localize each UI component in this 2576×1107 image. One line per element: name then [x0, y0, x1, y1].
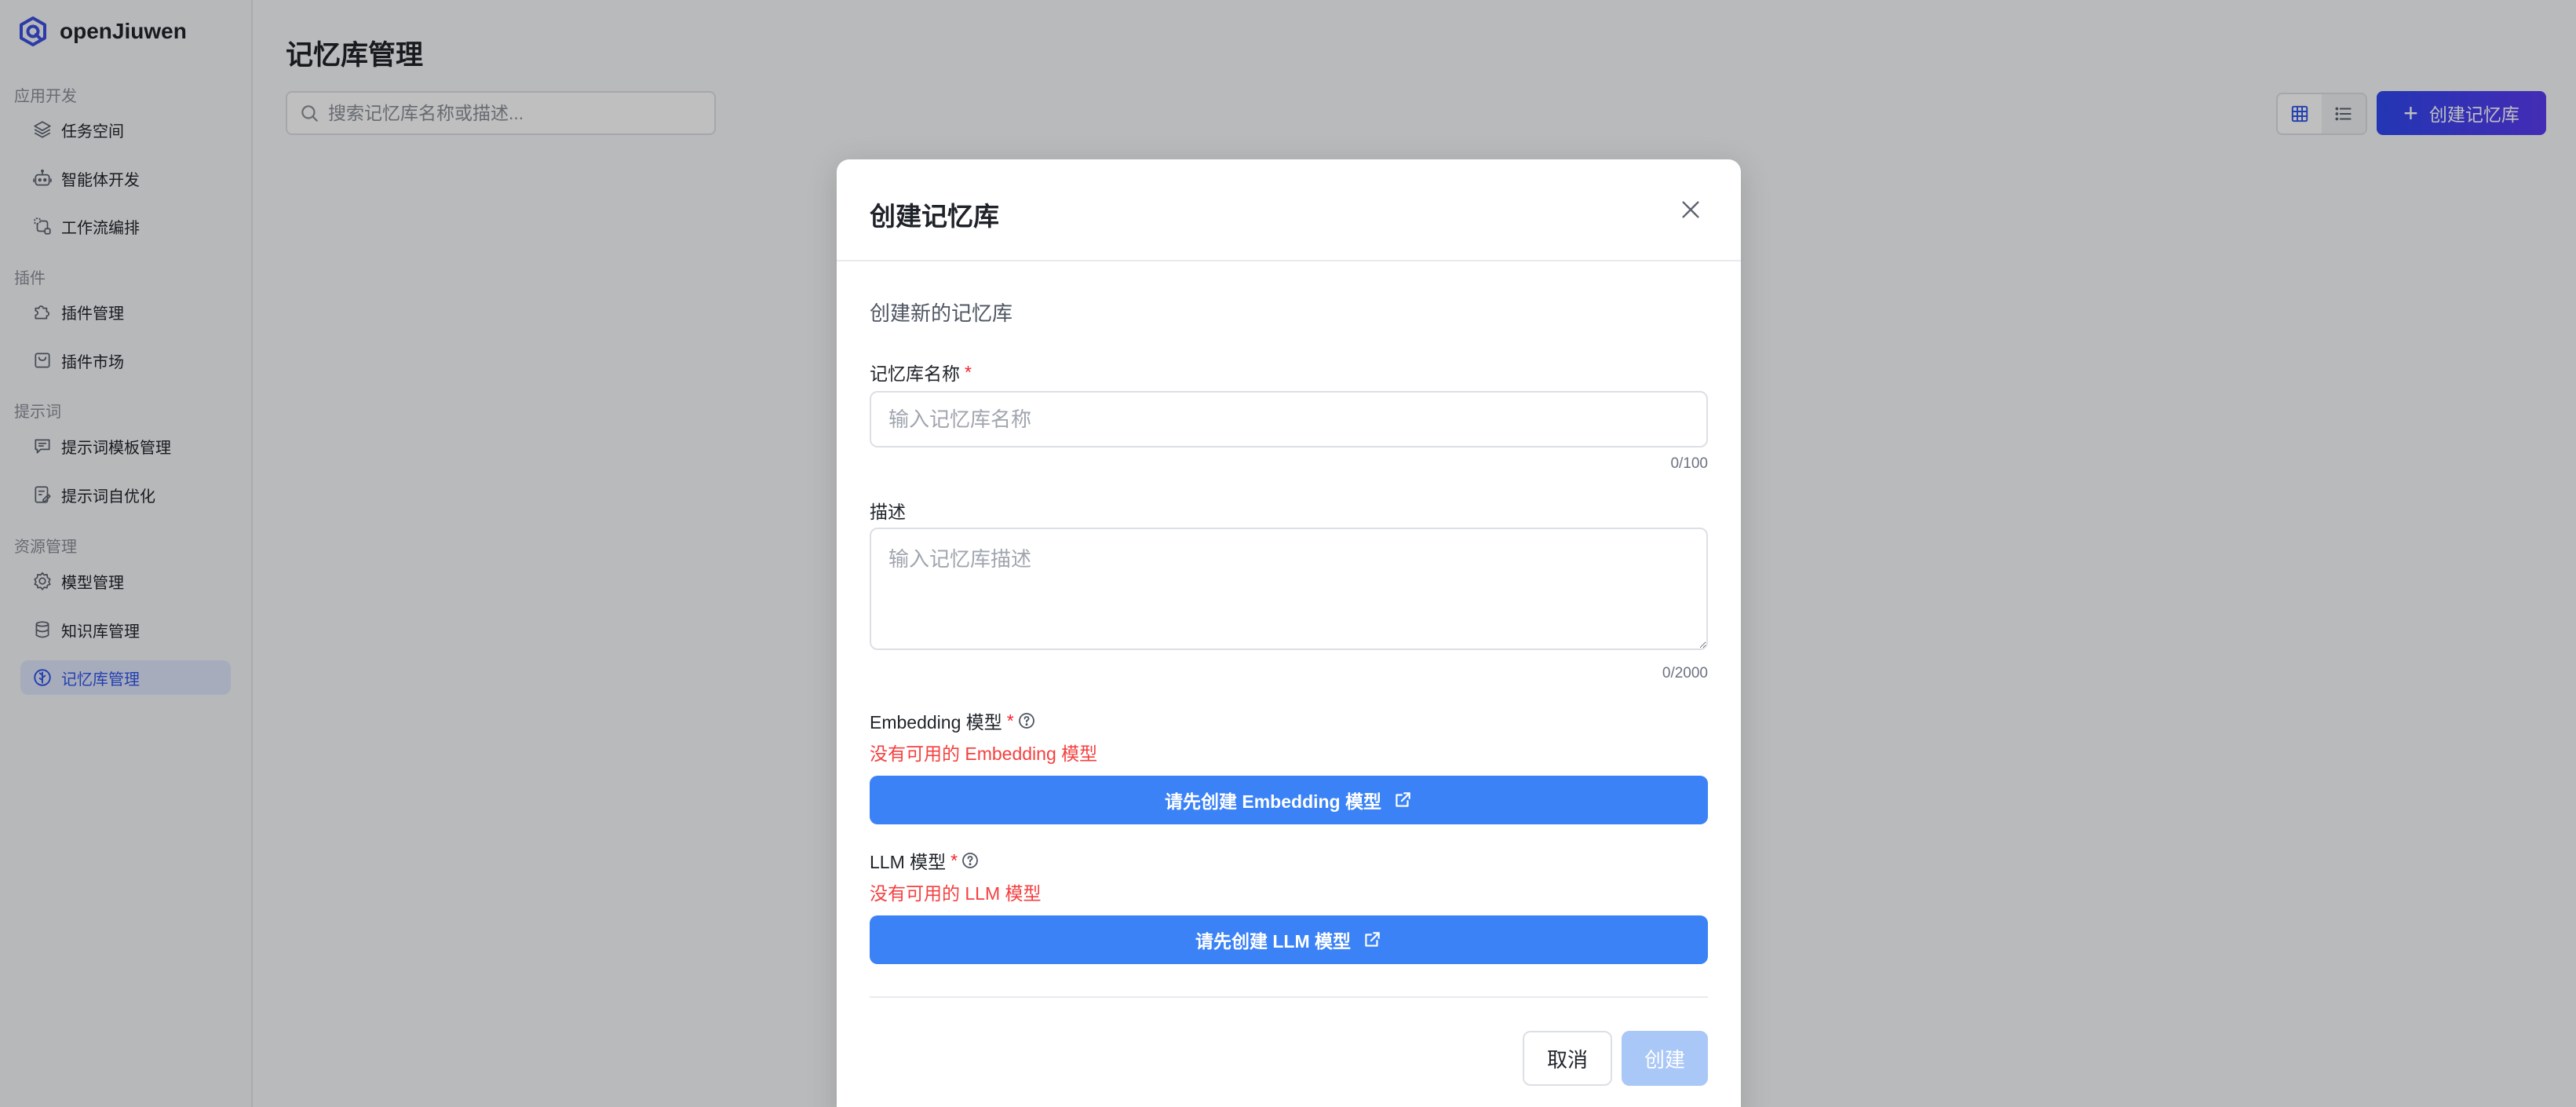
llm-error: 没有可用的 LLM 模型: [870, 883, 1042, 904]
llm-label-text: LLM 模型: [870, 852, 947, 872]
dialog-subtitle: 创建新的记忆库: [870, 301, 1013, 325]
memory-name-input[interactable]: [870, 391, 1708, 448]
embedding-label: Embedding 模型 *: [870, 707, 1036, 734]
required-mark: *: [1006, 710, 1014, 731]
memory-description-input[interactable]: [870, 528, 1708, 650]
external-link-icon: [1362, 930, 1382, 950]
description-label-text: 描述: [870, 502, 906, 522]
close-button[interactable]: [1675, 194, 1706, 225]
create-embedding-label: 请先创建 Embedding 模型: [1165, 791, 1381, 812]
embedding-error: 没有可用的 Embedding 模型: [870, 743, 1098, 764]
create-embedding-model-button[interactable]: 请先创建 Embedding 模型: [870, 776, 1708, 824]
required-mark: *: [950, 849, 958, 871]
description-label: 描述: [870, 497, 906, 524]
create-button[interactable]: 创建: [1622, 1031, 1708, 1086]
name-char-counter: 0/100: [1670, 455, 1708, 472]
llm-label: LLM 模型 *: [870, 847, 980, 874]
cancel-button[interactable]: 取消: [1523, 1031, 1612, 1086]
dialog-title: 创建记忆库: [870, 202, 999, 231]
external-link-icon: [1392, 790, 1413, 810]
dialog-header: 创建记忆库: [837, 159, 1741, 261]
required-mark: *: [965, 361, 972, 382]
embedding-label-text: Embedding 模型: [870, 712, 1002, 733]
help-icon[interactable]: [1017, 711, 1036, 730]
name-label-text: 记忆库名称: [870, 364, 960, 384]
create-llm-label: 请先创建 LLM 模型: [1195, 931, 1352, 952]
close-icon: [1682, 201, 1699, 218]
help-icon[interactable]: [961, 851, 980, 870]
description-char-counter: 0/2000: [1662, 665, 1708, 681]
name-label: 记忆库名称 *: [870, 359, 972, 385]
create-memory-dialog: 创建记忆库 创建新的记忆库 记忆库名称 * 0/100 描述 0/2000 Em…: [837, 159, 1741, 1107]
create-llm-model-button[interactable]: 请先创建 LLM 模型: [870, 915, 1708, 964]
footer-divider: [870, 996, 1708, 998]
